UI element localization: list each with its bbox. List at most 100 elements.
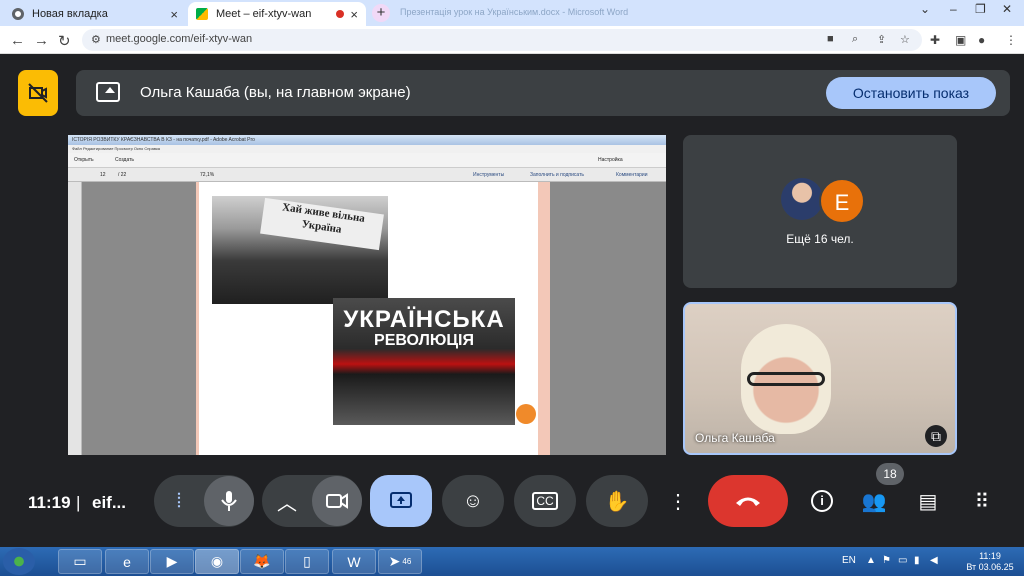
- orange-marker: [516, 404, 536, 424]
- revolution-poster: УКРАЇНСЬКА РЕВОЛЮЦІЯ: [333, 298, 515, 425]
- firefox-taskbar-icon[interactable]: 🦊: [240, 549, 284, 574]
- network-icon[interactable]: ▮: [914, 555, 920, 566]
- activities-button[interactable]: ⠿: [960, 475, 1004, 527]
- tab-title: Meet – eif-xtyv-wan: [216, 8, 312, 20]
- share-icon[interactable]: ⇪: [877, 33, 886, 46]
- participant-avatar-letter: E: [819, 178, 865, 224]
- camera-button[interactable]: [312, 476, 362, 526]
- raise-hand-button[interactable]: ✋: [586, 475, 648, 527]
- stop-presenting-button[interactable]: Остановить показ: [826, 77, 996, 109]
- camera-options-chevron-icon[interactable]: ︿: [262, 487, 312, 516]
- chat-button[interactable]: ▤: [906, 475, 950, 527]
- new-tab-button[interactable]: +: [372, 4, 390, 22]
- camera-off-indicator[interactable]: [18, 70, 58, 116]
- language-indicator[interactable]: EN: [842, 555, 856, 566]
- banner-text-in-photo: Хай живе вільна Україна: [260, 197, 384, 251]
- tray-expand-icon[interactable]: ▲: [866, 555, 876, 566]
- close-window-icon[interactable]: ✕: [1002, 2, 1012, 16]
- minimize-icon[interactable]: –: [950, 2, 957, 16]
- mic-button[interactable]: [204, 476, 254, 526]
- people-button[interactable]: 👥: [852, 475, 896, 527]
- chrome-icon: [12, 8, 24, 20]
- more-options-button[interactable]: ⋮: [658, 475, 698, 527]
- media-player-taskbar-icon[interactable]: ▶: [150, 549, 194, 574]
- flag-icon[interactable]: ⚑: [882, 555, 891, 566]
- menu-icon[interactable]: ⋮: [1005, 33, 1017, 47]
- participants-tile[interactable]: E Ещё 16 чел.: [683, 135, 957, 288]
- telegram-taskbar-icon[interactable]: ➤ 46: [378, 549, 422, 574]
- omnibox[interactable]: ⚙ meet.google.com/eif-xtyv-wan ■ ⌕ ⇪ ☆: [82, 29, 922, 51]
- zoom-icon[interactable]: ⌕: [852, 33, 858, 46]
- info-icon: i: [811, 490, 833, 512]
- clock-time: 11:19: [979, 551, 1001, 561]
- taskbar-clock[interactable]: 11:19 Вт 03.06.25: [960, 551, 1020, 573]
- forward-icon[interactable]: →: [34, 32, 49, 49]
- side-panel-icon[interactable]: ▣: [955, 33, 966, 47]
- windows-taskbar: ▭ e ▶ ◉ 🦊 ▯ W ➤ 46 EN ▲ ⚑ ▭ ▮ ◀ 11:19 Вт …: [0, 547, 1024, 576]
- tab-meet[interactable]: Meet – eif-xtyv-wan ×: [188, 2, 366, 26]
- crop-icon[interactable]: ⧉: [925, 425, 947, 447]
- leave-call-button[interactable]: [708, 475, 788, 527]
- telegram-badge: 46: [402, 557, 412, 566]
- tab-new-tab[interactable]: Новая вкладка ×: [4, 2, 186, 26]
- more-participants-label: Ещё 16 чел.: [786, 232, 854, 246]
- camera-control: ︿: [262, 475, 362, 527]
- present-button[interactable]: [370, 475, 432, 527]
- start-button[interactable]: [3, 548, 35, 575]
- tab-title: Новая вкладка: [32, 8, 108, 20]
- background-window-title: Презентація урок на Українським.docx - M…: [400, 7, 629, 17]
- ie-taskbar-icon[interactable]: e: [105, 549, 149, 574]
- notepad-taskbar-icon[interactable]: ▯: [285, 549, 329, 574]
- word-taskbar-icon[interactable]: W: [332, 549, 376, 574]
- settings-label: Настройка: [598, 157, 623, 163]
- url-text[interactable]: meet.google.com/eif-xtyv-wan: [106, 33, 252, 45]
- profile-avatar[interactable]: ●: [978, 33, 985, 47]
- poster-title: УКРАЇНСЬКА: [343, 306, 505, 333]
- maximize-icon[interactable]: ❐: [975, 2, 986, 16]
- hand-icon: ✋: [604, 490, 630, 513]
- video-off-icon: [28, 83, 48, 103]
- zoom-level: 72,1%: [200, 172, 215, 178]
- reload-icon[interactable]: ↻: [58, 32, 71, 50]
- comments-label: Комментарии: [616, 172, 648, 178]
- address-bar: ← → ↻ ⚙ meet.google.com/eif-xtyv-wan ■ ⌕…: [0, 26, 1024, 54]
- tab-search-icon[interactable]: ⌄: [920, 2, 930, 16]
- back-icon[interactable]: ←: [10, 32, 25, 49]
- chat-icon: ▤: [918, 490, 938, 513]
- glasses-shape: [747, 372, 825, 386]
- present-screen-icon: [390, 492, 412, 508]
- self-video-tile[interactable]: Ольга Кашаба ⧉: [683, 302, 957, 455]
- recording-icon: [336, 10, 344, 18]
- page-total: / 22: [118, 172, 127, 178]
- microphone-icon: [221, 491, 237, 511]
- extensions-icon[interactable]: ✚: [930, 33, 940, 47]
- close-tab-icon[interactable]: ×: [170, 7, 178, 22]
- meeting-time: 11:19: [28, 493, 71, 512]
- audio-level-icon: ⦙: [176, 489, 182, 512]
- shared-screen: ІСТОРІЯ РОЗВИТКУ КРАЄЗНАВСТВА В КЗ - на …: [68, 135, 666, 455]
- meet-window: Ольга Кашаба (вы, на главном экране) Ост…: [0, 55, 1024, 547]
- bookmark-star-icon[interactable]: ☆: [900, 33, 910, 46]
- explorer-taskbar-icon[interactable]: ▭: [58, 549, 102, 574]
- pdf-window-title: ІСТОРІЯ РОЗВИТКУ КРАЄЗНАВСТВА В КЗ - на …: [68, 135, 666, 145]
- meet-icon: [196, 8, 208, 20]
- reactions-button[interactable]: ☺: [442, 475, 504, 527]
- meeting-details-button[interactable]: i: [800, 475, 844, 527]
- site-info-icon[interactable]: ⚙: [91, 33, 101, 46]
- pdf-nav-toolbar: 12 / 22 72,1% Инструменты Заполнить и по…: [68, 168, 666, 182]
- chrome-taskbar-icon[interactable]: ◉: [195, 549, 239, 574]
- people-icon: 👥: [861, 490, 887, 513]
- meeting-code[interactable]: eif...: [92, 493, 126, 513]
- close-tab-icon[interactable]: ×: [350, 7, 358, 22]
- pdf-menu-bar: Файл Редактирование Просмотр Окно Справк…: [68, 145, 666, 153]
- tab-bar: Новая вкладка × Meet – eif-xtyv-wan × + …: [0, 0, 1024, 26]
- video-camera-icon: [326, 493, 348, 509]
- display-icon[interactable]: ▭: [898, 555, 907, 566]
- volume-icon[interactable]: ◀: [930, 555, 938, 566]
- present-screen-icon: [96, 82, 120, 102]
- captions-button[interactable]: CC: [514, 475, 576, 527]
- emoji-icon: ☺: [462, 489, 484, 512]
- camera-indicator-icon[interactable]: ■: [827, 33, 834, 45]
- time-separator: |: [76, 493, 81, 512]
- hang-up-icon: [736, 497, 760, 506]
